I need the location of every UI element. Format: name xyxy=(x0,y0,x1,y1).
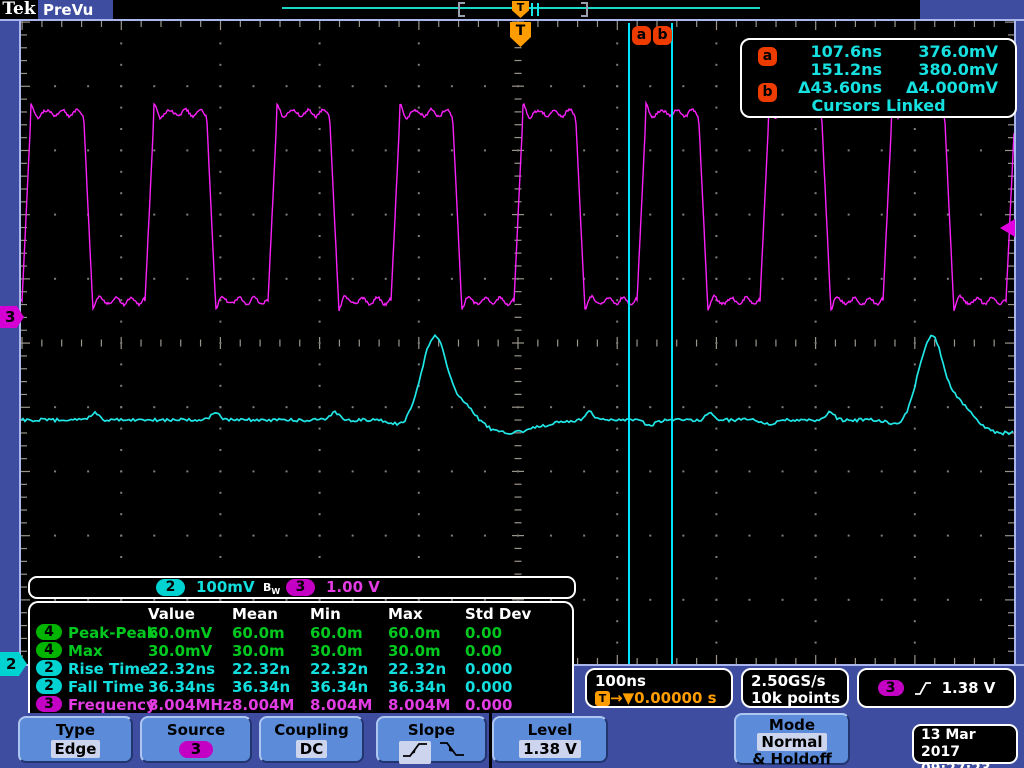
date-time-box: 13 Mar 2017 09:27:23 xyxy=(912,724,1018,768)
mode-value: Normal xyxy=(757,733,827,751)
trigger-slope-button[interactable]: Slope xyxy=(376,716,487,764)
cursor-b-badge: b xyxy=(653,26,672,45)
trigger-level-button[interactable]: Level 1.38 V xyxy=(492,716,608,763)
channel-scale-bar: 2 100mV BW 3 1.00 V xyxy=(28,576,576,599)
cursor-b-line[interactable] xyxy=(671,23,673,664)
record-cursor-a-tick xyxy=(531,3,533,16)
cursor-a-badge: a xyxy=(632,26,651,45)
acquisition-mode-label: PreVu xyxy=(43,1,94,19)
record-cursor-b-tick xyxy=(537,3,539,16)
tek-logo: Tek xyxy=(0,0,38,20)
sample-rate: 2.50GS/s xyxy=(751,672,826,690)
acquisition-status-box: 2.50GS/s 10k points xyxy=(741,668,849,708)
cursor-b-volt: 380.0mV xyxy=(918,60,998,79)
mode-value2: & Holdoff xyxy=(752,750,832,768)
col-header-max: Max xyxy=(388,605,423,623)
right-display-edge xyxy=(1014,21,1016,664)
col-header-min: Min xyxy=(310,605,341,623)
trigger-coupling-button[interactable]: Coupling DC xyxy=(259,716,364,763)
trigger-status-box: 3 1.38 V xyxy=(857,668,1016,708)
timebase-value: 100ns xyxy=(595,672,646,690)
window-bracket-left-icon xyxy=(458,2,465,17)
cursors-linked-label: Cursors Linked xyxy=(811,96,946,115)
cursor-a-time: 107.6ns xyxy=(810,42,882,61)
oscilloscope-screen: Tek PreVu T a b T 3 2 a b 107.6ns 376.0m… xyxy=(0,0,1024,768)
trigger-mode-button[interactable]: Mode Normal & Holdoff xyxy=(734,713,850,768)
col-header-mean: Mean xyxy=(232,605,278,623)
cursor-delta-time: Δ43.60ns xyxy=(798,78,882,97)
record-length: 10k points xyxy=(751,689,841,707)
measurement-table: Value Mean Min Max Std Dev 4 Peak-Peak 60… xyxy=(28,601,574,713)
rising-slope-icon xyxy=(914,681,931,695)
source-channel-badge: 3 xyxy=(179,741,213,758)
falling-slope-icon xyxy=(439,741,465,764)
trigger-level-arrow-icon[interactable] xyxy=(1000,219,1015,237)
trigger-type-button[interactable]: Type Edge xyxy=(18,716,133,763)
cursor-readout-box: a b 107.6ns 376.0mV 151.2ns 380.0mV Δ43.… xyxy=(740,38,1017,118)
window-bracket-right-icon xyxy=(581,2,588,17)
date: 13 Mar 2017 xyxy=(921,727,976,760)
rising-slope-selected-icon xyxy=(398,741,431,764)
ch3-badge: 3 xyxy=(286,579,315,596)
horizontal-status-box: 100ns T →▼0.00000 s xyxy=(585,668,733,708)
coupling-value: DC xyxy=(295,740,328,758)
record-trigger-flag-icon: T xyxy=(512,1,529,18)
cursor-b-time: 151.2ns xyxy=(810,60,882,79)
trigger-source-button[interactable]: Source 3 xyxy=(140,716,252,763)
bandwidth-limit-icon: BW xyxy=(263,581,281,597)
ch2-scale-value: 100mV xyxy=(196,578,255,596)
col-header-value: Value xyxy=(148,605,195,623)
trigger-arrow-icon: →▼ xyxy=(610,689,635,707)
type-value: Edge xyxy=(50,740,101,758)
left-display-edge xyxy=(19,21,21,664)
ch2-badge: 2 xyxy=(156,579,185,596)
level-value: 1.38 V xyxy=(519,740,581,758)
cursor-a-volt: 376.0mV xyxy=(918,42,998,61)
record-view-strip: T xyxy=(113,0,920,19)
trigger-position-readout: T →▼0.00000 s xyxy=(595,689,717,707)
cursor-delta-volt: Δ4.000mV xyxy=(905,78,998,97)
trigger-source-badge: 3 xyxy=(877,680,904,696)
trigger-t-icon: T xyxy=(595,691,610,706)
ch3-scale-value: 1.00 V xyxy=(326,578,380,596)
cursor-a-line[interactable] xyxy=(628,23,630,664)
time: 09:27:23 xyxy=(921,761,1016,768)
col-header-std: Std Dev xyxy=(465,605,532,623)
trigger-level-value: 1.38 V xyxy=(941,679,996,697)
